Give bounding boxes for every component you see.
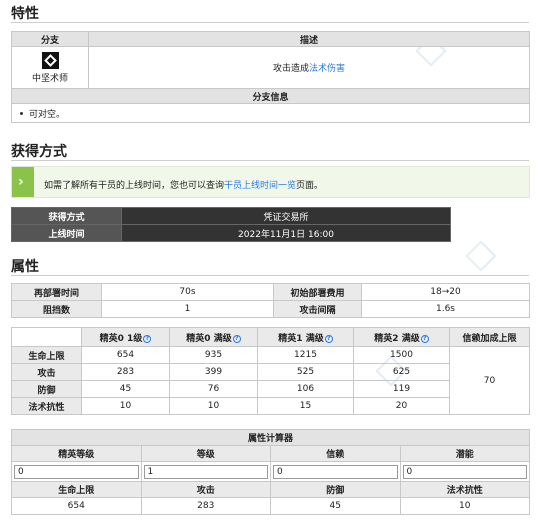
section-divider [11,160,529,161]
stat-value: 119 [353,380,450,398]
description-header: 描述 [88,31,530,47]
level-input[interactable]: 1 [143,464,268,479]
stats-corner [11,327,82,347]
trust-bonus-value: 70 [449,346,530,415]
section-divider [11,22,529,23]
block-count-label: 阻挡数 [11,300,102,318]
result-label-res: 法术抗性 [399,481,530,498]
calc-label-potential: 潜能 [399,445,530,462]
stat-value: 525 [257,363,354,381]
redeploy-value: 70s [101,283,274,301]
redeploy-label: 再部署时间 [11,283,102,301]
section-heading-obtain: 获得方式 [11,144,67,160]
stat-value: 106 [257,380,354,398]
header-e0-lv1: 精英0 1级? [81,327,170,347]
elite-level-input[interactable]: 0 [14,464,139,479]
traits-table: 分支 描述 中坚术师 攻击造成法术伤害 分支信息 可对空。 [11,31,530,123]
section-heading-attributes: 属性 [11,259,39,275]
stat-value: 935 [169,346,258,364]
obtain-table: 获得方式 凭证交易所 上线时间 2022年11月1日 16:00 [11,207,451,242]
help-icon[interactable]: ? [232,334,241,343]
release-time-list-link[interactable]: 干员上线时间一览 [224,181,296,191]
branch-header: 分支 [11,31,89,47]
result-label-atk: 攻击 [140,481,271,498]
calculator-title: 属性计算器 [11,429,530,446]
notice-bar: › [12,167,34,197]
branch-info-header: 分支信息 [11,88,530,104]
watermark-diamond [465,240,497,272]
stat-value: 76 [169,380,258,398]
result-value-atk: 283 [140,497,271,515]
stat-value: 45 [81,380,170,398]
stat-label-res: 法术抗性 [11,397,82,415]
result-label-def: 防御 [270,481,401,498]
notice-text: 如需了解所有干员的上线时间，您也可以查询干员上线时间一览页面。 [44,181,324,191]
stat-label-hp: 生命上限 [11,346,82,364]
stat-value: 10 [169,397,258,415]
stat-value: 399 [169,363,258,381]
branch-name: 中坚术师 [31,73,68,84]
section-divider [11,275,529,276]
help-icon[interactable]: ? [324,334,333,343]
elite-stats-table: 精英0 1级? 精英0 满级? 精英1 满级? 精英2 满级? 信赖加成上限 生… [11,327,530,415]
obtain-method-value: 凭证交易所 [121,207,451,225]
stat-label-def: 防御 [11,380,82,398]
stat-value: 625 [353,363,450,381]
header-e2-max: 精英2 满级? [353,327,450,347]
stat-value: 10 [81,397,170,415]
branch-info-list: 可对空。 [11,103,530,123]
initial-cost-label: 初始部署费用 [273,283,362,301]
calc-label-elite: 精英等级 [11,445,142,462]
attack-interval-label: 攻击间隔 [273,300,362,318]
initial-cost-value: 18→20 [361,283,530,301]
help-icon[interactable]: ? [143,334,152,343]
potential-input[interactable]: 0 [402,464,527,479]
stat-value: 20 [353,397,450,415]
trust-input[interactable]: 0 [273,464,398,479]
result-value-def: 45 [270,497,401,515]
section-heading-traits: 特性 [11,6,39,22]
attack-interval-value: 1.6s [361,300,530,318]
help-icon[interactable]: ? [420,334,429,343]
header-trust-bonus: 信赖加成上限 [449,327,530,347]
stat-value: 1500 [353,346,450,364]
stat-label-atk: 攻击 [11,363,82,381]
result-value-res: 10 [399,497,530,515]
stat-value: 283 [81,363,170,381]
calc-label-trust: 信赖 [270,445,401,462]
stat-value: 1215 [257,346,354,364]
branch-cell[interactable]: 中坚术师 [11,46,89,89]
header-e1-max: 精英1 满级? [257,327,354,347]
trait-description: 攻击造成法术伤害 [88,46,530,89]
release-time-value: 2022年11月1日 16:00 [121,224,451,242]
result-label-hp: 生命上限 [11,481,142,498]
stat-value: 15 [257,397,354,415]
branch-info-item: 可对空。 [29,109,66,120]
header-e0-max: 精英0 满级? [169,327,258,347]
notice-box: › 如需了解所有干员的上线时间，您也可以查询干员上线时间一览页面。 [11,166,530,198]
chevron-right-icon: › [18,174,24,190]
branch-icon [41,51,59,69]
release-time-label: 上线时间 [11,224,122,242]
block-count-value: 1 [101,300,274,318]
bullet-icon [20,111,23,115]
attribute-calculator: 属性计算器 精英等级 等级 信赖 潜能 0 1 0 0 生命上限 攻击 防御 法… [11,429,530,515]
obtain-method-label: 获得方式 [11,207,122,225]
basic-stats-table: 再部署时间 70s 初始部署费用 18→20 阻挡数 1 攻击间隔 1.6s [11,283,530,318]
result-value-hp: 654 [11,497,142,515]
arts-damage-link[interactable]: 法术伤害 [309,64,345,74]
calc-label-level: 等级 [140,445,271,462]
stat-value: 654 [81,346,170,364]
